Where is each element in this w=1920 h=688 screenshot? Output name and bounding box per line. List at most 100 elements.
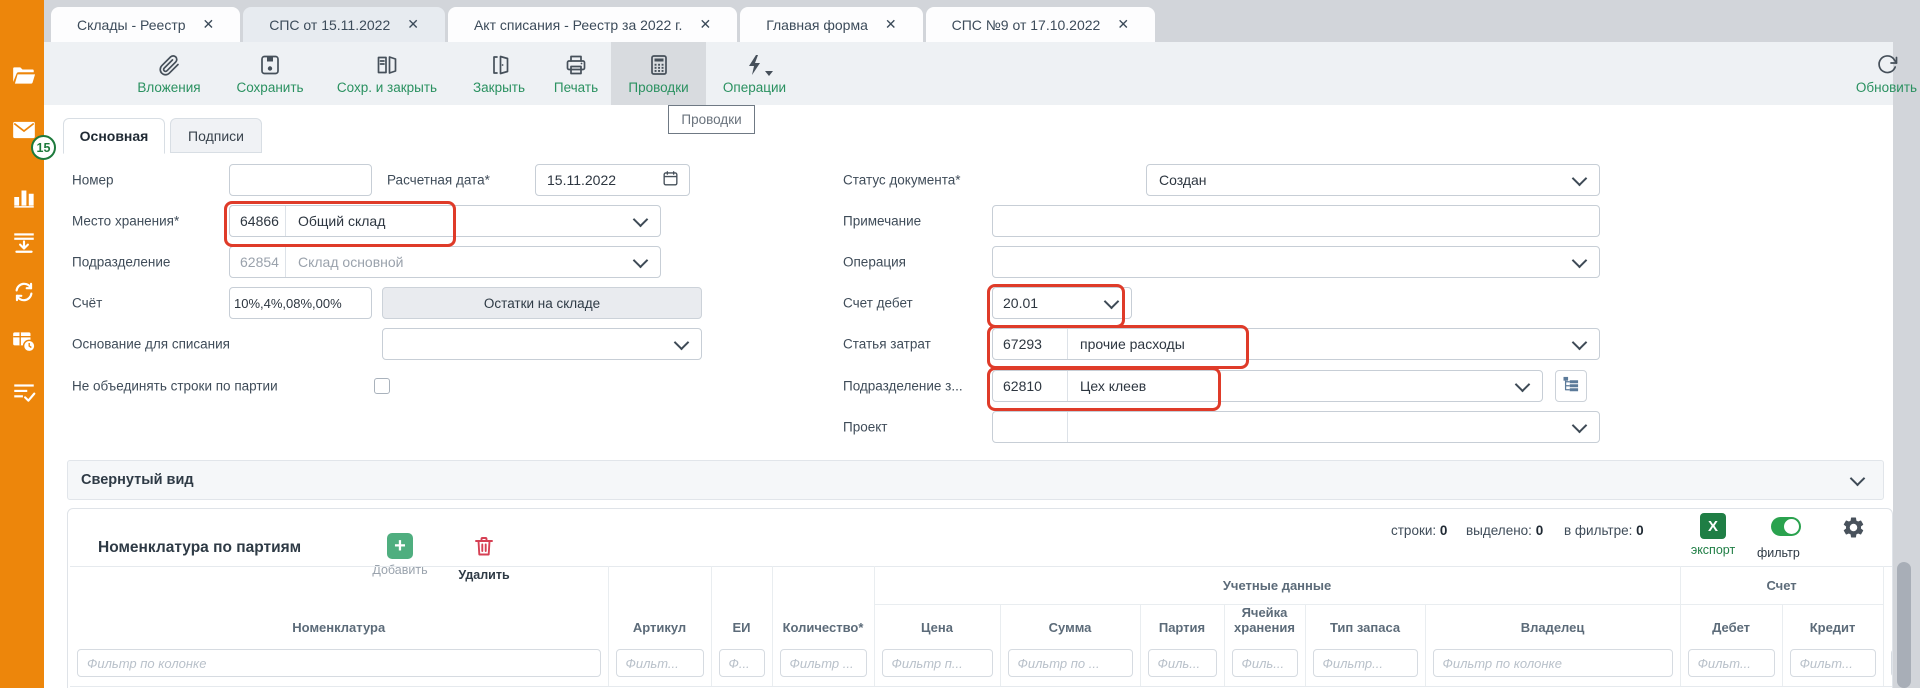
window-tabbar: Склады - Реестр ✕ СПС от 15.11.2022 ✕ Ак… (44, 0, 1920, 42)
export-excel-button[interactable]: X экспорт (1688, 513, 1738, 557)
chevron-down-icon[interactable] (1571, 417, 1588, 433)
column-header-debit[interactable]: Дебет (1680, 604, 1783, 645)
filter-input-article[interactable] (615, 649, 704, 677)
filter-input-quantity[interactable] (779, 649, 867, 677)
cost-department-field[interactable]: 62810 Цех клеев (992, 370, 1543, 402)
writeoff-basis-dropdown[interactable] (382, 328, 702, 360)
folder-open-icon[interactable] (11, 63, 37, 89)
column-header-unit[interactable]: ЕИ (711, 566, 773, 645)
operation-dropdown[interactable] (992, 246, 1600, 278)
gear-icon[interactable] (1841, 515, 1866, 545)
calendar-icon[interactable] (661, 169, 680, 191)
filter-input-nomenclature[interactable] (77, 649, 601, 677)
nomenclature-panel: Номенклатура по партиям + Добавить Удали… (67, 508, 1893, 688)
tab-sps-9-17-10-2022[interactable]: СПС №9 от 17.10.2022 ✕ (925, 7, 1156, 42)
save-button[interactable]: Сохранить (224, 42, 316, 105)
filter-input-owner[interactable] (1432, 649, 1673, 677)
number-input[interactable] (230, 165, 371, 195)
account-field[interactable] (229, 287, 372, 319)
chevron-down-icon[interactable] (1571, 252, 1588, 268)
hierarchy-tree-button[interactable] (1555, 370, 1587, 402)
tab-osnovnaya[interactable]: Основная (63, 118, 165, 154)
close-icon[interactable]: ✕ (699, 16, 711, 33)
status-dropdown[interactable]: Создан (1146, 164, 1600, 196)
tab-akt-spisaniya[interactable]: Акт списания - Реестр за 2022 г. ✕ (447, 7, 738, 42)
bar-chart-icon[interactable] (11, 184, 37, 210)
column-header-extra (1883, 566, 1892, 645)
stock-balance-button[interactable]: Остатки на складе (382, 287, 702, 319)
filter-input-debit[interactable] (1687, 649, 1775, 677)
door-icon (487, 53, 511, 77)
collapsed-view-bar[interactable]: Свернутый вид (67, 460, 1884, 500)
number-field[interactable] (229, 164, 372, 196)
column-header-sum[interactable]: Сумма (1000, 604, 1141, 645)
debit-account-value: 20.01 (1003, 295, 1039, 311)
chevron-down-icon[interactable] (1849, 470, 1866, 486)
save-close-icon (375, 53, 399, 77)
department-code: 62854 (230, 247, 286, 277)
column-header-storage-cell[interactable]: Ячейка хранения (1224, 604, 1306, 645)
close-icon[interactable]: ✕ (885, 16, 897, 33)
column-header-batch[interactable]: Партия (1140, 604, 1225, 645)
print-button[interactable]: Печать (541, 42, 611, 105)
department-label: Подразделение (72, 254, 171, 270)
button-label: экспорт (1690, 543, 1736, 557)
chevron-down-icon[interactable] (1571, 170, 1588, 186)
no-merge-label: Не объединять строки по партии (72, 378, 278, 394)
debit-account-field[interactable]: 20.01 (992, 287, 1132, 319)
table-clock-icon[interactable] (11, 328, 37, 354)
filter-toggle[interactable] (1771, 517, 1801, 536)
list-download-icon[interactable] (11, 229, 37, 255)
storage-field[interactable]: 64866 Общий склад (229, 205, 661, 237)
filter-input-storage-cell[interactable] (1231, 649, 1298, 677)
list-check-icon[interactable] (11, 379, 37, 405)
close-icon[interactable]: ✕ (203, 16, 215, 33)
close-icon[interactable]: ✕ (1117, 16, 1129, 33)
column-header-article[interactable]: Артикул (608, 566, 712, 645)
tab-label: СПС от 15.11.2022 (269, 16, 391, 33)
cost-item-field[interactable]: 67293 прочие расходы (992, 328, 1600, 360)
column-header-price[interactable]: Цена (874, 604, 1001, 645)
account-input[interactable] (230, 288, 371, 318)
column-header-owner[interactable]: Владелец (1425, 604, 1681, 645)
attachments-button[interactable]: Вложения (123, 42, 215, 105)
department-field[interactable]: 62854 Склад основной (229, 246, 661, 278)
selected-count: 0 (1535, 523, 1544, 538)
operations-button[interactable]: Операции (707, 42, 802, 105)
close-document-button[interactable]: Закрыть (459, 42, 539, 105)
tab-sklady-reestr[interactable]: Склады - Реестр ✕ (51, 7, 241, 42)
filter-input-sum[interactable] (1007, 649, 1133, 677)
button-label: Сохр. и закрыть (336, 79, 438, 95)
filter-input-credit[interactable] (1789, 649, 1876, 677)
chevron-down-icon[interactable] (1571, 334, 1588, 350)
calc-date-field[interactable]: 15.11.2022 (535, 164, 690, 196)
chevron-down-icon[interactable] (632, 252, 649, 268)
chevron-down-icon[interactable] (673, 334, 690, 350)
project-field[interactable] (992, 411, 1600, 443)
no-merge-checkbox[interactable] (374, 378, 390, 394)
save-and-close-button[interactable]: Сохр. и закрыть (322, 42, 452, 105)
note-field[interactable] (992, 205, 1600, 237)
filter-input-extra[interactable] (1890, 649, 1892, 677)
column-header-credit[interactable]: Кредит (1782, 604, 1884, 645)
filter-input-stock-type[interactable] (1312, 649, 1418, 677)
filter-input-batch[interactable] (1147, 649, 1217, 677)
sync-icon[interactable] (11, 279, 37, 305)
tab-label: Главная форма (766, 16, 868, 33)
filter-input-unit[interactable] (718, 649, 765, 677)
column-header-nomenclature[interactable]: Номенклатура (70, 566, 609, 645)
note-input[interactable] (993, 206, 1599, 236)
tab-sps-15-11-2022[interactable]: СПС от 15.11.2022 ✕ (243, 7, 445, 42)
close-icon[interactable]: ✕ (407, 16, 419, 33)
chevron-down-icon[interactable] (1103, 293, 1120, 309)
refresh-button[interactable]: Обновить (1839, 42, 1920, 105)
tab-glavnaya-forma[interactable]: Главная форма ✕ (740, 7, 923, 42)
postings-button[interactable]: Проводки (611, 42, 706, 105)
chevron-down-icon[interactable] (1514, 376, 1531, 392)
tab-podpisi[interactable]: Подписи (170, 118, 262, 153)
column-header-stock-type[interactable]: Тип запаса (1305, 604, 1426, 645)
vertical-scrollbar[interactable] (1897, 562, 1911, 688)
column-header-quantity[interactable]: Количество* (772, 566, 875, 645)
chevron-down-icon[interactable] (632, 211, 649, 227)
filter-input-price[interactable] (881, 649, 993, 677)
